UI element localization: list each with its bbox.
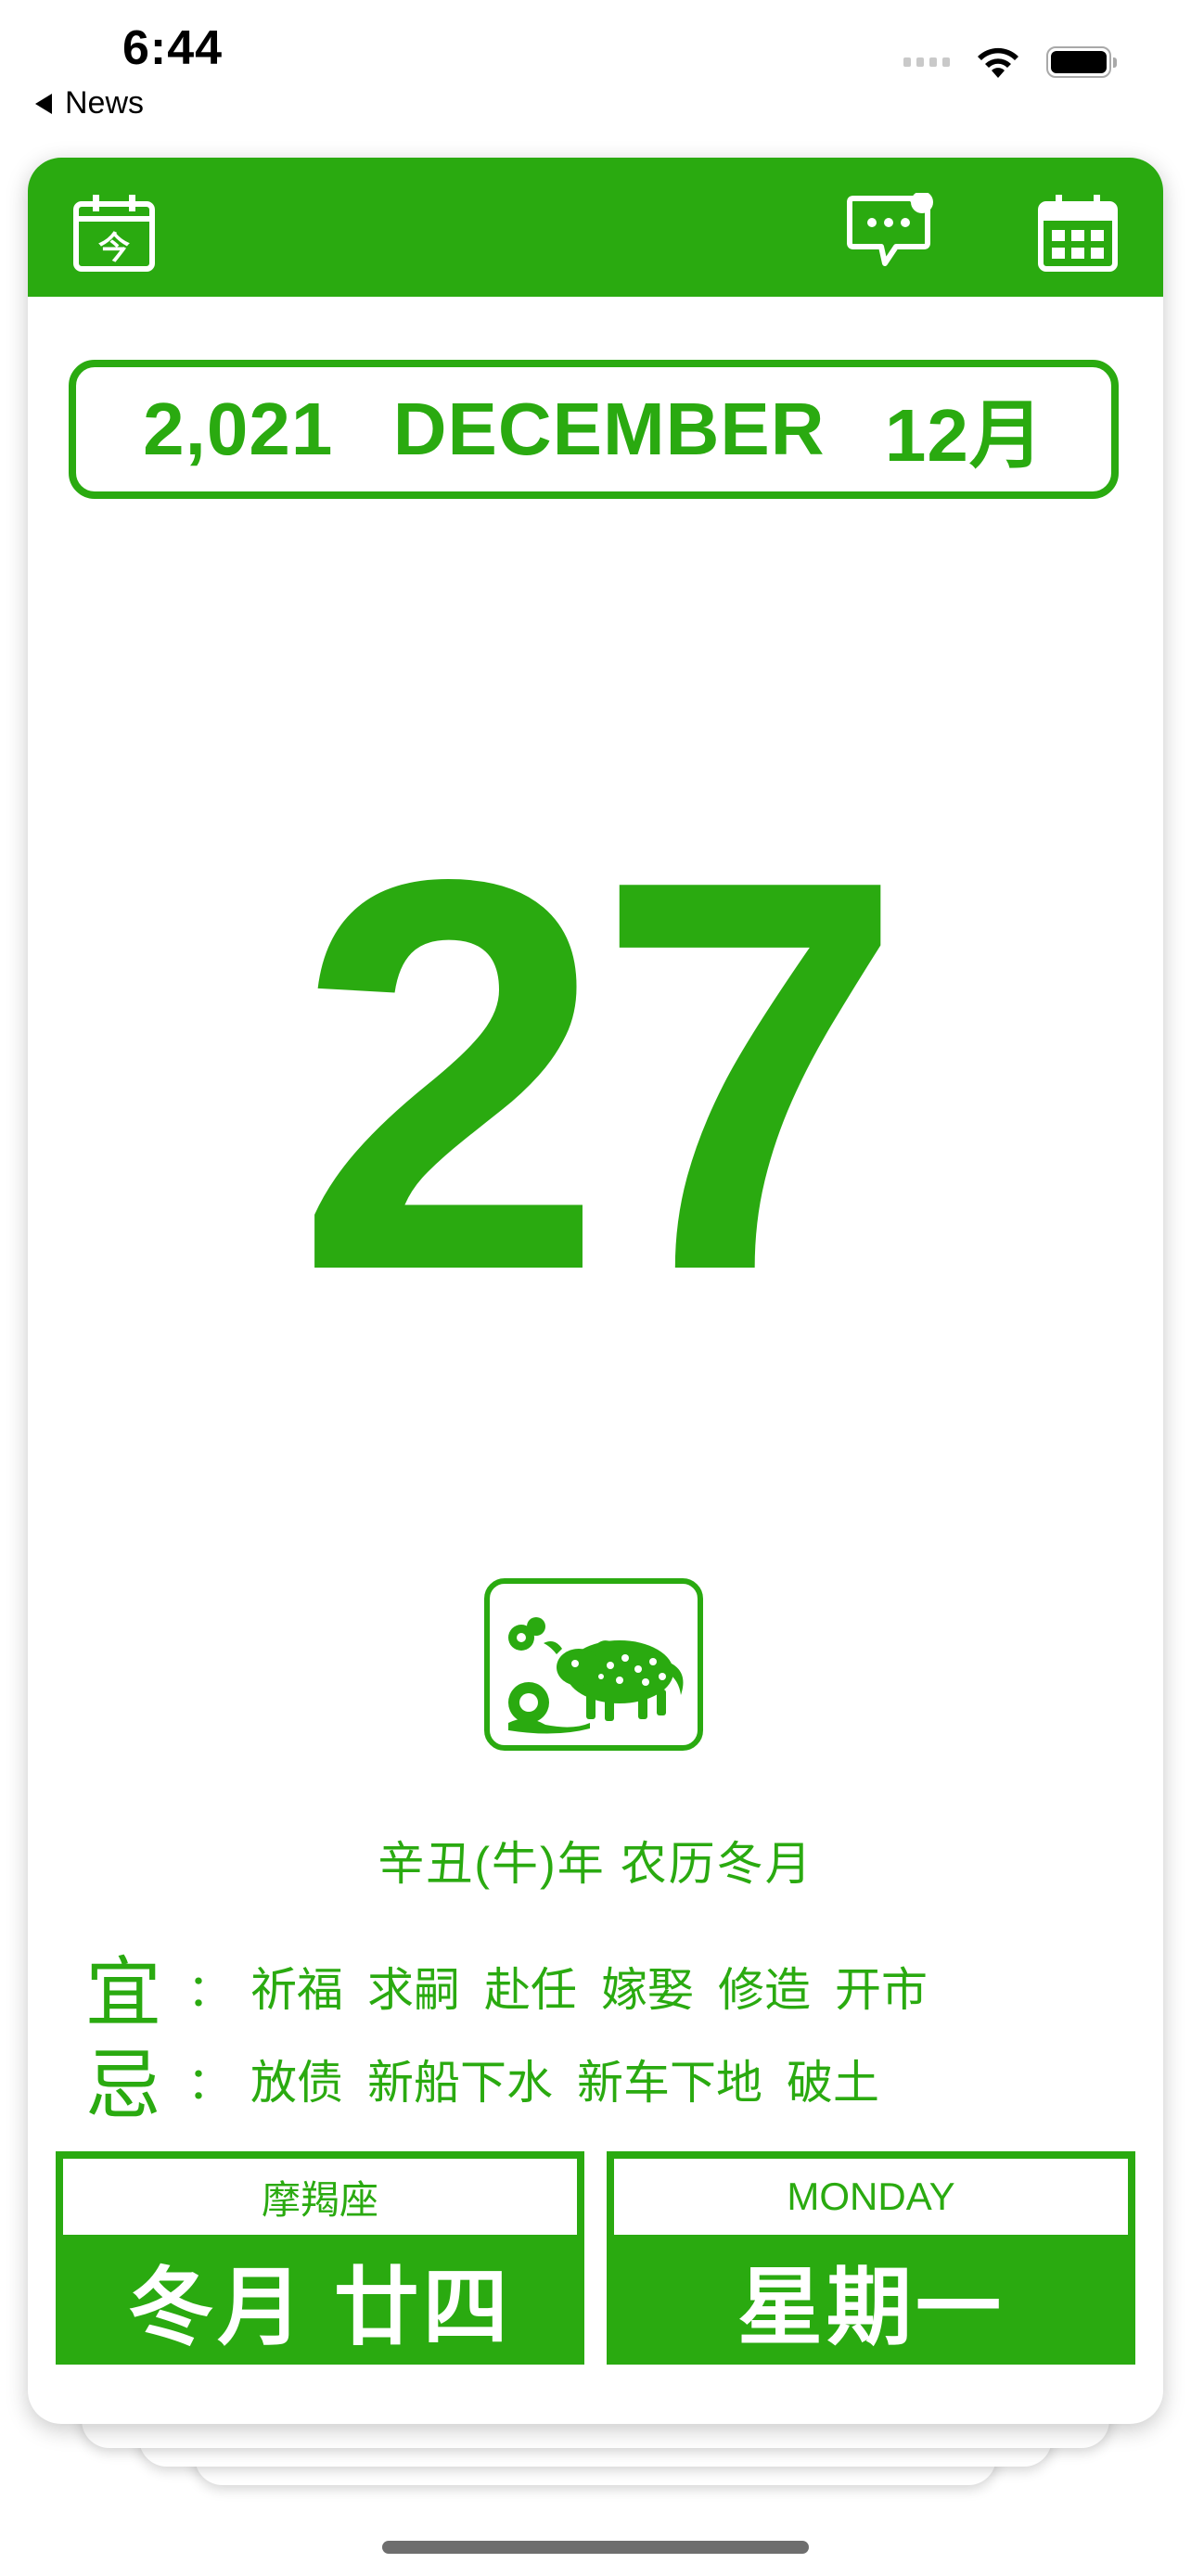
today-button[interactable]: 今 bbox=[72, 193, 156, 277]
calendar-icon bbox=[1038, 195, 1118, 272]
ox-papercut-image bbox=[508, 1617, 684, 1734]
status-time: 6:44 bbox=[122, 21, 224, 75]
yi-item: 赴任 bbox=[484, 1963, 578, 2016]
back-link-label: News bbox=[65, 85, 145, 121]
status-icons bbox=[903, 45, 1117, 80]
battery-icon bbox=[1046, 46, 1117, 78]
ji-item: 放债 bbox=[250, 2056, 344, 2109]
year-label: 2,021 bbox=[143, 388, 334, 470]
constellation-label: 摩羯座 bbox=[63, 2159, 577, 2235]
message-icon bbox=[847, 191, 933, 266]
lunar-date-label: 冬月 廿四 bbox=[128, 2260, 512, 2355]
ji-item: 破土 bbox=[787, 2056, 880, 2109]
weekday-en-label: MONDAY bbox=[614, 2159, 1128, 2235]
ji-label: 忌 bbox=[85, 2044, 162, 2128]
zodiac-image-frame bbox=[484, 1578, 703, 1751]
ji-item: 新车下地 bbox=[577, 2056, 763, 2109]
weekday-zh-label: 星期一 bbox=[736, 2260, 1005, 2355]
ji-item: 新船下水 bbox=[367, 2056, 554, 2109]
calendar-card[interactable]: 今 2,021 DECEMBER 12月 27 辛丑(牛)年 农历冬月 宜 ： … bbox=[28, 158, 1163, 2424]
today-icon-glyph: 今 bbox=[98, 230, 130, 267]
weekday-box: MONDAY 星期一 bbox=[607, 2151, 1135, 2365]
back-to-news-link[interactable]: News bbox=[35, 85, 144, 121]
ji-colon: ： bbox=[187, 2059, 233, 2109]
lunar-date-box: 摩羯座 冬月 廿四 bbox=[56, 2151, 584, 2365]
ji-row: 忌 ： 放债 新船下水 新车下地 破土 bbox=[85, 2023, 903, 2134]
today-icon: 今 bbox=[73, 195, 155, 272]
day-number: 27 bbox=[295, 765, 904, 1386]
home-indicator[interactable] bbox=[382, 2541, 809, 2554]
yi-item: 祈福 bbox=[250, 1963, 344, 2016]
month-en-label: DECEMBER bbox=[392, 388, 826, 470]
year-month-header: 2,021 DECEMBER 12月 bbox=[69, 360, 1119, 499]
message-button[interactable] bbox=[844, 191, 933, 275]
signal-icon bbox=[903, 57, 950, 67]
yi-item: 开市 bbox=[835, 1963, 928, 2016]
yi-item: 求嗣 bbox=[367, 1963, 461, 2016]
month-zh-label: 12月 bbox=[884, 394, 1044, 477]
yi-colon: ： bbox=[187, 1966, 233, 2016]
wifi-icon bbox=[978, 47, 1018, 78]
yi-item: 修造 bbox=[718, 1963, 812, 2016]
back-arrow-icon bbox=[35, 93, 52, 114]
card-toolbar: 今 bbox=[28, 158, 1163, 297]
lunar-year-label: 辛丑(牛)年 农历冬月 bbox=[378, 1838, 813, 1890]
yi-item: 嫁娶 bbox=[601, 1963, 695, 2016]
calendar-button[interactable] bbox=[1037, 193, 1119, 277]
